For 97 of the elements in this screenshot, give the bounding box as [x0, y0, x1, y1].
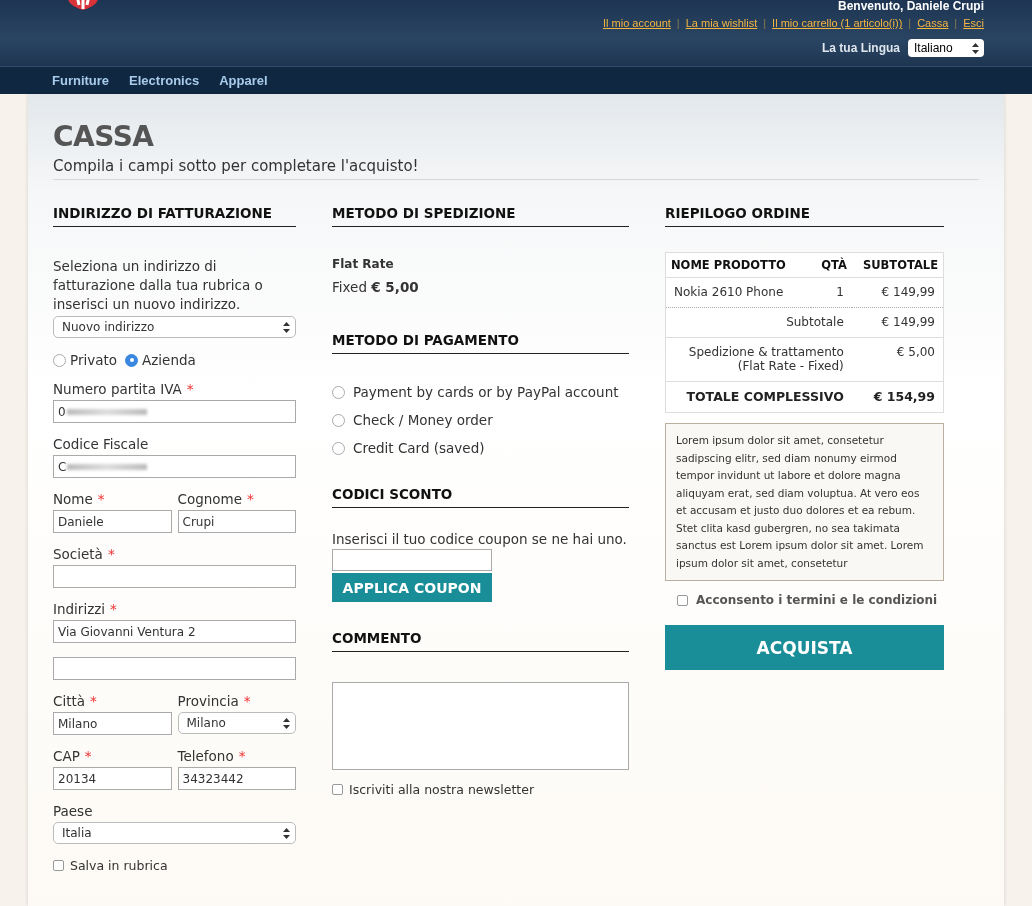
select-arrows-icon [283, 717, 290, 729]
section-heading: METODO DI PAGAMENTO [332, 332, 629, 354]
link-separator: | [676, 17, 680, 29]
select-arrows-icon [283, 321, 290, 333]
required-mark: * [243, 692, 251, 710]
radio-button[interactable] [53, 353, 66, 367]
link-separator: | [954, 17, 958, 29]
field-label: Società [53, 545, 103, 563]
required-mark: * [84, 747, 92, 765]
language-select[interactable]: Italiano [908, 39, 984, 57]
shipping-price: Fixed € 5,00 [332, 279, 420, 295]
account-link[interactable]: Il mio account [603, 17, 671, 29]
nav-link[interactable]: Electronics [129, 73, 200, 88]
checkbox-label: Salva in rubrica [70, 858, 168, 873]
checkbox[interactable] [53, 860, 64, 871]
table-cell: Spedizione & trattamento (Flat Rate - Fixed) [665, 337, 852, 382]
required-mark: * [97, 490, 105, 508]
radio-button[interactable] [125, 353, 139, 367]
table-cell: Subtotale [665, 307, 852, 338]
apply-coupon-button[interactable]: APPLICA COUPON [332, 573, 492, 602]
account-link[interactable]: Esci [963, 17, 984, 29]
input-field[interactable]: 0 [53, 400, 296, 423]
input-field[interactable]: 20134 [53, 767, 172, 790]
account-link[interactable]: La mia wishlist [685, 17, 758, 29]
input-field[interactable]: Milano [53, 712, 172, 735]
terms-text: Lorem ipsum dolor sit amet, consetetur sadipscing elitr, sed diam nonumy eirmod tempor invidunt ut labore et dolore magna aliquyam erat, sed diam voluptua. At vero eos et accusam et justo duo dolores et ea rebum. Stet clita kasd gubergren, no sea takimata sanctus est Lorem ipsum dolor sit amet. Lorem ipsum dolor sit amet, consetetur [665, 423, 944, 581]
required-mark: * [186, 380, 194, 398]
field-label: Città [53, 692, 86, 710]
section-heading: CODICI SCONTO [332, 486, 629, 508]
link-separator: | [908, 17, 912, 29]
required-mark: * [238, 747, 246, 765]
radio-button[interactable] [332, 441, 345, 455]
section-heading: COMMENTO [332, 630, 629, 652]
table-cell: € 154,99 [851, 381, 944, 413]
input-field[interactable] [53, 565, 296, 588]
address-select[interactable]: Nuovo indirizzo [53, 316, 296, 338]
shipping-method-name: Flat Rate [332, 257, 395, 271]
billing-intro: Seleziona un indirizzo di fatturazione dalla tua rubrica o inserisci un nuovo indirizzo. [53, 257, 264, 314]
table-cell: € 149,99 [851, 277, 944, 308]
select-field[interactable]: Italia [53, 822, 296, 844]
input-field[interactable] [53, 657, 296, 680]
table-cell: TOTALE COMPLESSIVO [665, 381, 852, 413]
coupon-field[interactable] [332, 549, 492, 571]
welcome-text: Benvenuto, Daniele Crupi [837, 0, 984, 13]
page-subtitle: Compila i campi sotto per completare l'acquisto! [53, 157, 979, 180]
required-mark: * [90, 692, 97, 710]
column-header: NOME PRODOTTO [665, 252, 811, 278]
field-label: Paese [53, 802, 93, 820]
radio-label: Azienda [142, 352, 196, 368]
checkbox[interactable] [677, 594, 688, 606]
field-label: Indirizzi [53, 600, 106, 618]
table-cell: 1 [810, 277, 852, 308]
radio-label: Check / Money order [353, 412, 493, 428]
coupon-prompt: Inserisci il tuo codice coupon se ne hai uno. [332, 530, 628, 549]
field-label: Cognome [177, 490, 243, 508]
account-link[interactable]: Cassa [917, 17, 949, 29]
account-link[interactable]: Il mio carrello (1 articolo(i)) [772, 17, 903, 29]
column-header: SUBTOTALE [851, 252, 944, 278]
field-label: Numero partita IVA [53, 380, 182, 398]
buy-button[interactable]: ACQUISTA [665, 625, 944, 670]
table-cell: € 149,99 [851, 307, 944, 338]
select-field[interactable]: Milano [177, 712, 296, 734]
field-label: Provincia [177, 692, 239, 710]
required-mark: * [107, 545, 115, 563]
radio-button[interactable] [332, 385, 345, 399]
language-label: La tua Lingua [822, 41, 900, 55]
link-separator: | [763, 17, 767, 29]
column-header: QTÀ [810, 252, 852, 278]
input-field[interactable]: Via Giovanni Ventura 2 [53, 620, 296, 643]
input-field[interactable]: Crupi [177, 510, 296, 533]
input-field[interactable]: 34323442 [177, 767, 296, 790]
radio-label: Privato [70, 352, 118, 368]
checkbox[interactable] [332, 784, 343, 795]
nav-link[interactable]: Furniture [52, 73, 110, 88]
field-label: Codice Fiscale [53, 435, 149, 453]
field-label: Telefono [177, 747, 234, 765]
radio-label: Credit Card (saved) [353, 440, 485, 456]
nav-link[interactable]: Apparel [219, 73, 268, 88]
select-arrows-icon [283, 827, 290, 839]
section-heading: METODO DI SPEDIZIONE [332, 205, 629, 227]
section-heading: RIEPILOGO ORDINE [665, 205, 944, 227]
select-arrows-icon [972, 42, 979, 54]
input-field[interactable]: C [53, 455, 296, 478]
checkbox-label: Acconsento i termini e le condizioni [696, 593, 938, 607]
radio-label: Payment by cards or by PayPal account [353, 384, 619, 400]
required-mark: * [110, 600, 117, 618]
comment-field[interactable] [332, 682, 629, 770]
input-field[interactable]: Daniele [53, 510, 172, 533]
required-mark: * [247, 490, 254, 508]
section-heading: INDIRIZZO DI FATTURAZIONE [53, 205, 296, 227]
table-cell: € 5,00 [851, 337, 944, 382]
field-label: Nome [53, 490, 93, 508]
page-title: CASSA [53, 120, 155, 153]
checkbox-label: Iscriviti alla nostra newsletter [349, 782, 535, 797]
table-cell: Nokia 2610 Phone [665, 277, 811, 308]
radio-button[interactable] [332, 413, 345, 427]
field-label: CAP [53, 747, 80, 765]
